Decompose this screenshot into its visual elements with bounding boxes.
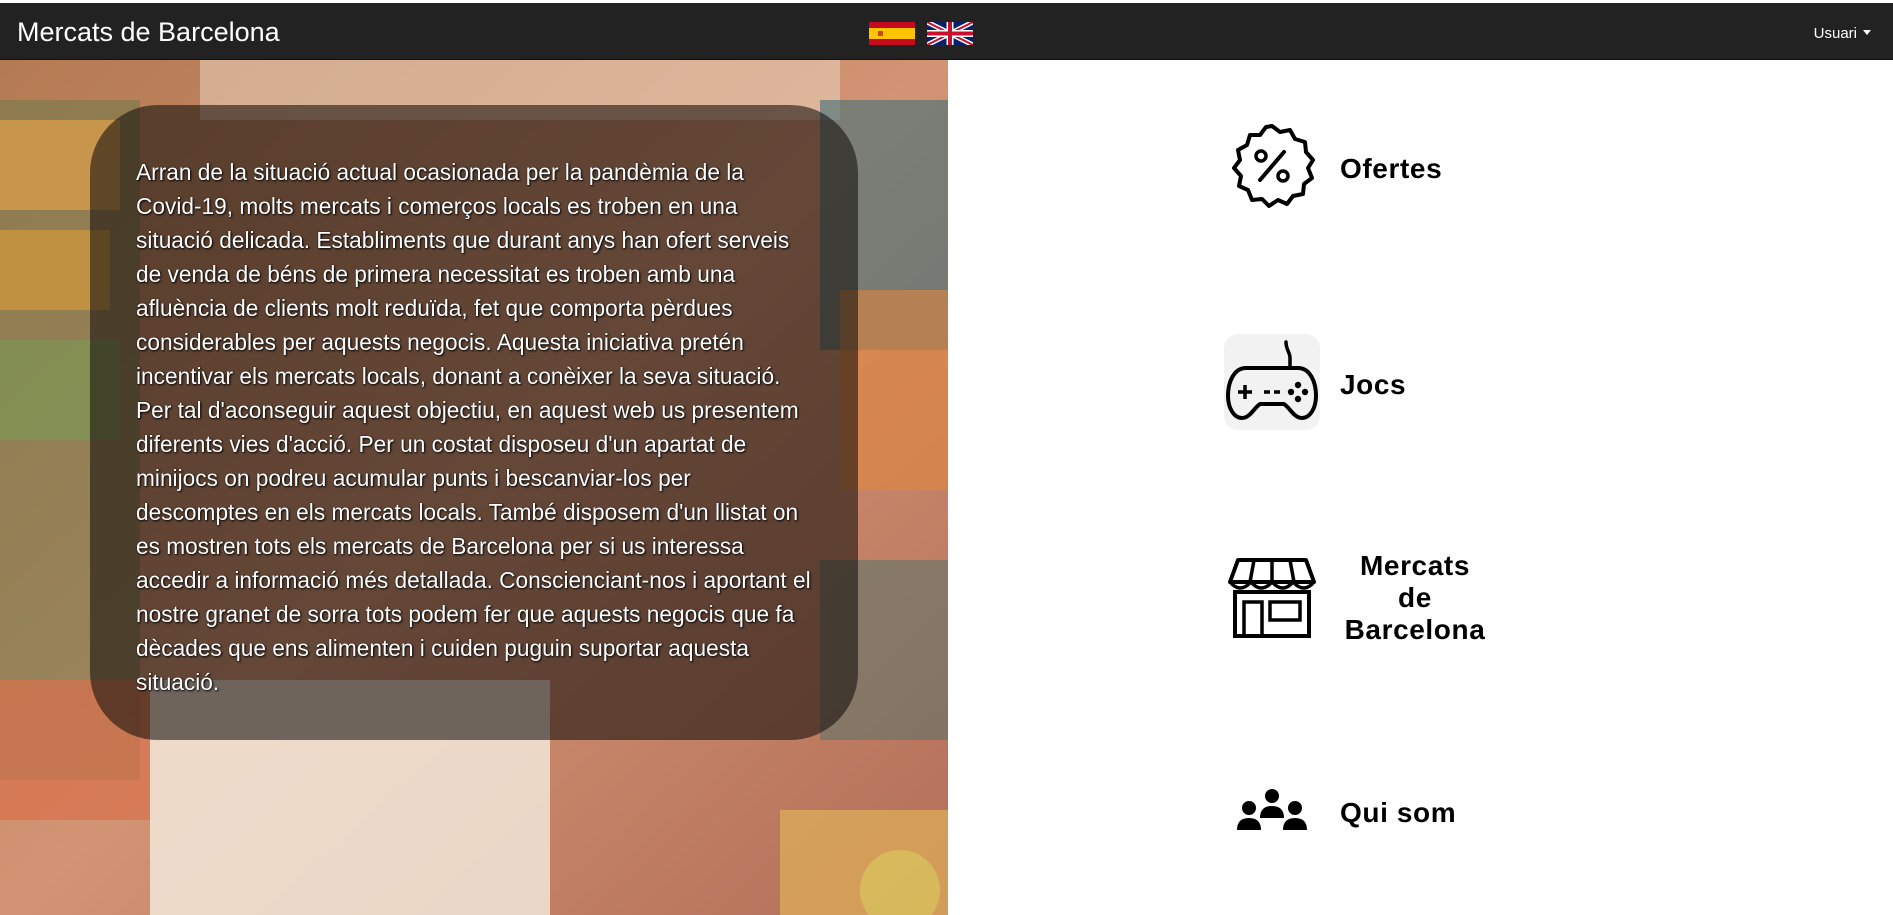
menu-label-mercats: Mercats de Barcelona bbox=[1344, 550, 1486, 645]
brand-link[interactable]: Mercats de Barcelona bbox=[17, 17, 280, 48]
market-stall-icon bbox=[1228, 558, 1316, 638]
group-icon bbox=[1237, 789, 1307, 830]
menu-item-qui-som[interactable]: Qui som bbox=[1224, 780, 1484, 850]
hero-section: Arran de la situació actual ocasionada p… bbox=[0, 60, 948, 915]
menu-item-ofertes[interactable]: Ofertes bbox=[1224, 118, 1484, 218]
user-dropdown[interactable]: Usuari bbox=[1814, 25, 1871, 42]
menu-item-mercats[interactable]: Mercats de Barcelona bbox=[1224, 550, 1524, 650]
caret-down-icon bbox=[1863, 30, 1871, 35]
intro-paragraph: Arran de la situació actual ocasionada p… bbox=[136, 159, 811, 695]
spain-flag-icon[interactable] bbox=[869, 22, 915, 45]
intro-text-card: Arran de la situació actual ocasionada p… bbox=[90, 105, 858, 740]
user-dropdown-label: Usuari bbox=[1813, 25, 1857, 42]
gamepad-icon bbox=[1224, 334, 1320, 430]
menu-label-ofertes: Ofertes bbox=[1340, 153, 1443, 184]
menu-item-jocs[interactable]: Jocs bbox=[1224, 334, 1424, 434]
menu-label-jocs: Jocs bbox=[1340, 369, 1407, 400]
uk-flag-icon[interactable] bbox=[927, 22, 973, 45]
menu-label-qui-som: Qui som bbox=[1340, 797, 1457, 828]
top-navbar: Mercats de Barcelona Usuari bbox=[0, 0, 1893, 60]
discount-badge-icon bbox=[1232, 124, 1315, 208]
